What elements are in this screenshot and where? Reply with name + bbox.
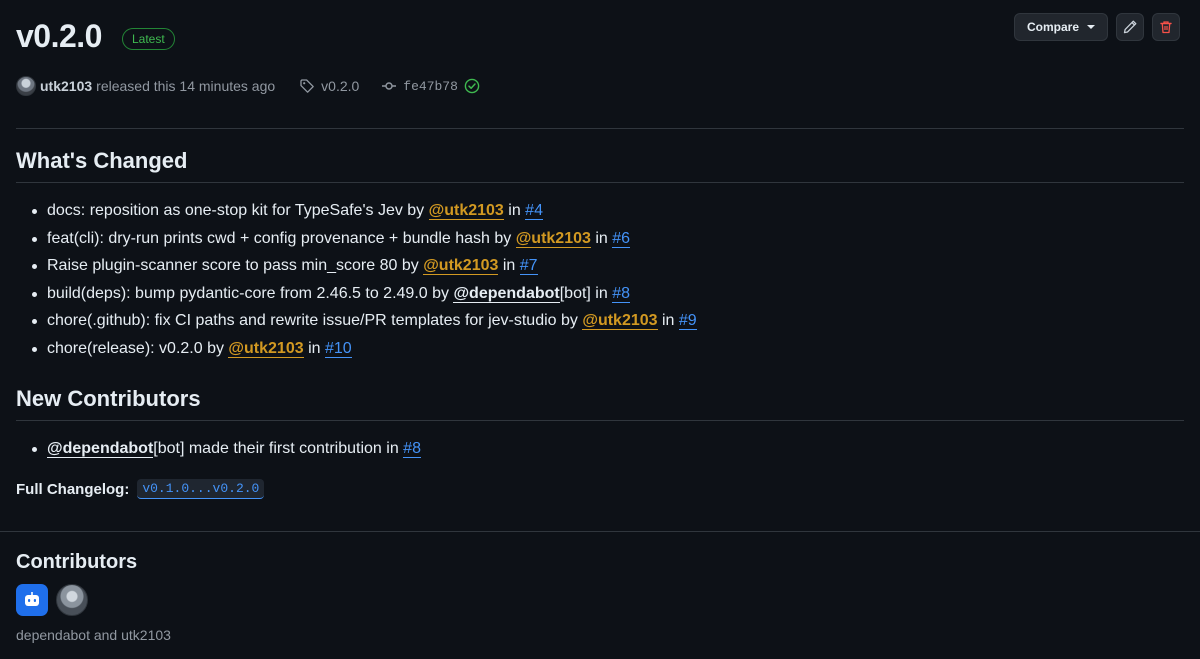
mention-link[interactable]: @utk2103 [582,312,658,330]
mention-link[interactable]: @utk2103 [428,202,504,220]
release-actions: Compare [1013,13,1180,41]
edit-button[interactable] [1116,13,1144,41]
commit-link[interactable]: fe47b78 [381,78,480,94]
divider [16,128,1184,129]
list-item: Raise plugin-scanner score to pass min_s… [16,252,697,280]
robot-icon [25,592,39,606]
author-link[interactable]: utk2103 [40,78,92,94]
dependabot-avatar[interactable] [16,584,48,616]
mention-link[interactable]: @utk2103 [228,339,304,358]
mention-link[interactable]: @utk2103 [423,257,499,275]
delete-button[interactable] [1152,13,1180,41]
change-text: chore(release): v0.2.0 by [47,339,229,357]
commit-icon [382,82,397,90]
new-contributors-list: @dependabot[bot] made their first contri… [16,435,421,463]
contributor-avatars [16,584,88,616]
list-item: chore(.github): fix CI paths and rewrite… [16,307,697,335]
tag-link[interactable]: v0.2.0 [299,78,359,94]
contribution-text: made their first contribution in [184,440,404,457]
change-text: feat(cli): dry-run prints cwd + config p… [47,229,516,247]
pr-link[interactable]: #7 [519,257,538,275]
changelog-label: Full Changelog: [16,480,130,498]
list-item: @dependabot[bot] made their first contri… [16,435,421,463]
list-item: docs: reposition as one-stop kit for Typ… [16,197,697,225]
release-meta: utk2103 released this 14 minutes ago v0.… [16,76,480,96]
pr-link[interactable]: #4 [525,202,543,220]
change-in-text: in [590,229,613,247]
commit-sha: fe47b78 [403,78,458,94]
change-in-text: in [590,284,613,302]
bot-suffix: [bot] [559,284,591,302]
pr-link[interactable]: #8 [612,284,630,303]
change-text: build(deps): bump pydantic-core from 2.4… [47,284,454,302]
caret-down-icon [1087,25,1095,29]
mention-link[interactable]: @dependabot [47,440,154,458]
pencil-icon [1123,20,1137,34]
change-in-text: in [657,312,679,329]
released-time: released this 14 minutes ago [96,78,276,94]
pr-link[interactable]: #8 [403,440,421,458]
latest-badge: Latest [121,27,175,50]
change-text: Raise plugin-scanner score to pass min_s… [47,257,424,274]
release-page: v0.2.0 Latest Compare utk2103 released t… [0,0,1200,659]
divider [0,531,1200,532]
bot-suffix: [bot] [153,440,185,457]
divider [16,420,1184,421]
mention-link[interactable]: @dependabot [453,284,560,303]
pr-link[interactable]: #10 [324,339,352,358]
new-contributors-heading: New Contributors [16,386,201,411]
tag-icon [300,79,315,93]
divider [16,182,1184,183]
list-item: chore(release): v0.2.0 by @utk2103 in #1… [16,335,697,363]
utk2103-avatar[interactable] [56,584,88,616]
change-in-text: in [498,257,520,274]
author-avatar[interactable] [16,76,36,96]
changes-list: docs: reposition as one-stop kit for Typ… [16,197,697,362]
whats-changed-heading: What's Changed [16,148,188,173]
change-in-text: in [303,339,325,357]
tag-label: v0.2.0 [321,78,360,94]
compare-button[interactable]: Compare [1013,13,1108,41]
full-changelog: Full Changelog: v0.1.0...v0.2.0 [16,479,265,499]
pr-link[interactable]: #6 [612,229,631,248]
release-title[interactable]: v0.2.0 [16,18,102,55]
list-item: feat(cli): dry-run prints cwd + config p… [16,225,697,253]
contributors-heading: Contributors [16,551,138,573]
change-text: docs: reposition as one-stop kit for Typ… [47,202,429,219]
compare-label: Compare [1026,20,1079,34]
change-in-text: in [503,202,526,219]
trash-icon [1160,21,1172,34]
mention-link[interactable]: @utk2103 [515,229,591,248]
release-header: v0.2.0 Latest [16,18,175,55]
change-text: chore(.github): fix CI paths and rewrite… [47,312,583,329]
list-item: build(deps): bump pydantic-core from 2.4… [16,280,697,308]
pr-link[interactable]: #9 [678,312,697,330]
check-circle-icon[interactable] [464,78,480,94]
contributor-names: dependabot and utk2103 [16,627,171,643]
changelog-compare-link[interactable]: v0.1.0...v0.2.0 [137,479,265,499]
